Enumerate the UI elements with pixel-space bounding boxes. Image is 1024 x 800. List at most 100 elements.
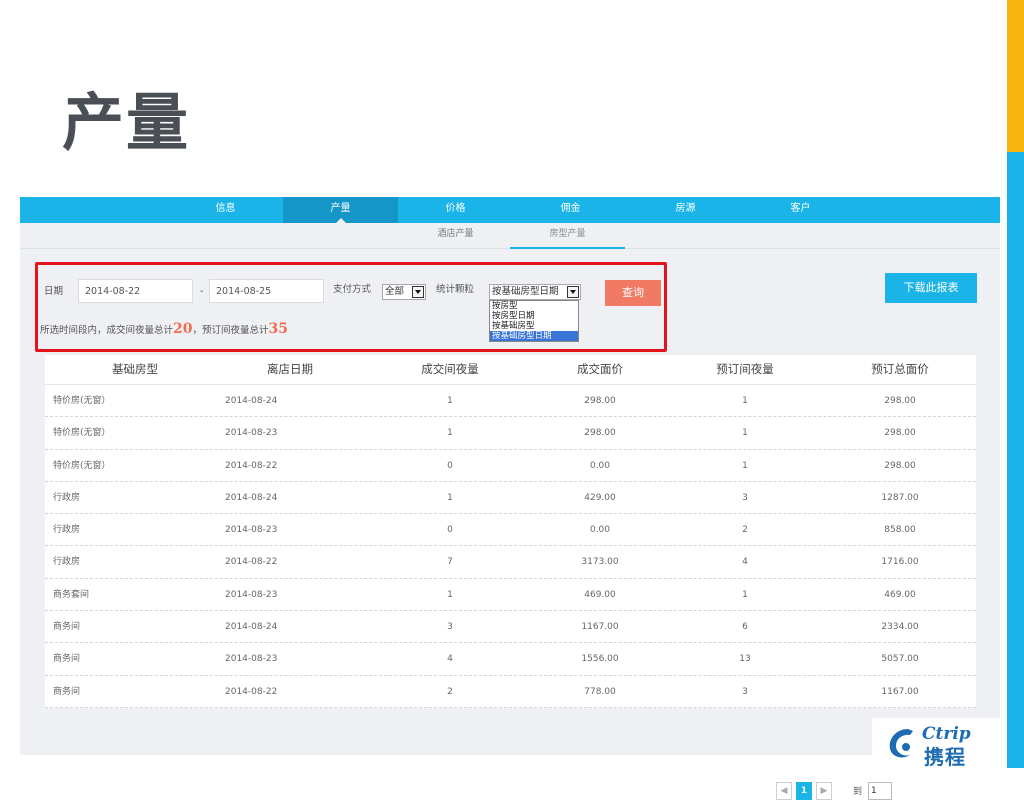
table-cell: 特价房(无窗） (53, 396, 111, 406)
table-row: 商务间 2014-08-24 3 1167.00 6 2334.00 (45, 611, 976, 644)
col-header: 成交面价 (577, 362, 623, 376)
granularity-option[interactable]: 按基础房型 (490, 321, 578, 331)
table-cell: 3173.00 (581, 557, 619, 568)
table-cell: 2014-08-24 (225, 492, 278, 503)
pay-method-select[interactable]: 全部 (382, 284, 426, 300)
dolphin-logo-icon (889, 729, 913, 758)
table-cell: 298.00 (584, 396, 616, 406)
table-cell: 298.00 (884, 428, 916, 439)
table-cell: 1 (447, 492, 453, 503)
subtab-hotel-production[interactable]: 酒店产量 (398, 223, 513, 249)
granularity-select[interactable]: 按基础房型日期 (489, 284, 581, 300)
summary-prefix: 所选时间段内，成交间夜量总计 (40, 325, 174, 336)
summary-text: 所选时间段内，成交间夜量总计20，预订间夜量总计35 (40, 320, 288, 340)
table-cell: 0 (447, 460, 453, 471)
deal-total: 20 (173, 321, 193, 337)
table-cell: 1716.00 (881, 557, 919, 568)
table-cell: 行政房 (53, 557, 81, 568)
ctrip-logo: Ctrip 携程 (872, 718, 1004, 769)
table-cell: 0.00 (589, 460, 611, 471)
table-cell: 1 (742, 589, 748, 600)
table-cell: 7 (447, 557, 453, 568)
top-nav: 信息 产量 价格 佣金 房源 客户 (20, 197, 1000, 223)
pay-method-label: 支付方式 (333, 284, 372, 295)
table-cell: 4 (742, 557, 748, 568)
goto-page-input[interactable] (868, 782, 892, 800)
table-cell: 429.00 (584, 492, 616, 503)
table-cell: 6 (742, 622, 748, 633)
prev-page-button[interactable]: ◀ (776, 782, 792, 800)
table-cell: 469.00 (584, 589, 616, 600)
table-cell: 2 (742, 525, 748, 536)
table-row: 商务间 2014-08-23 4 1556.00 13 5057.00 (45, 643, 976, 676)
table-row: 行政房 2014-08-22 7 3173.00 4 1716.00 (45, 546, 976, 579)
tab-customer[interactable]: 客户 (743, 197, 858, 223)
table-cell: 298.00 (884, 396, 916, 406)
table-row: 特价房(无窗） 2014-08-24 1 298.00 1 298.00 (45, 385, 976, 418)
table-cell: 1 (742, 428, 748, 439)
next-page-button[interactable]: ▶ (816, 782, 832, 800)
table-cell: 2 (447, 686, 453, 697)
query-button[interactable]: 查询 (605, 280, 661, 306)
table-cell: 13 (739, 654, 751, 665)
table-cell: 特价房(无窗） (53, 428, 111, 439)
granularity-option[interactable]: 按房型日期 (490, 311, 578, 321)
accent-stripe-blue (1007, 152, 1024, 768)
date-to-input[interactable] (209, 279, 324, 303)
table-cell: 2014-08-22 (225, 686, 278, 697)
date-separator: - (200, 286, 204, 297)
tab-production[interactable]: 产量 (283, 197, 398, 223)
table-cell: 商务间 (53, 622, 81, 633)
table-row: 商务间 2014-08-22 2 778.00 3 1167.00 (45, 676, 976, 708)
page-number[interactable]: 1 (796, 782, 812, 800)
pay-method-value: 全部 (385, 286, 405, 297)
table-cell: 2334.00 (881, 622, 919, 633)
tab-room-source[interactable]: 房源 (628, 197, 743, 223)
table-cell: 1 (742, 460, 748, 471)
table-cell: 3 (742, 492, 748, 503)
report-table: 基础房型 离店日期 成交间夜量 成交面价 预订间夜量 预订总面价 特价房(无窗）… (45, 355, 976, 708)
table-cell: 商务套间 (53, 589, 90, 600)
table-cell: 1 (447, 428, 453, 439)
accent-stripe-yellow (1007, 0, 1024, 152)
table-cell: 3 (447, 622, 453, 633)
chevron-down-icon (412, 286, 424, 298)
logo-text-zh: 携程 (924, 745, 966, 769)
table-cell: 行政房 (53, 492, 81, 503)
chevron-down-icon (567, 286, 579, 298)
granularity-label: 统计颗粒 (436, 284, 475, 295)
col-header: 基础房型 (112, 362, 158, 376)
table-cell: 4 (447, 654, 453, 665)
sub-nav: 酒店产量 房型产量 (20, 223, 1000, 249)
table-cell: 2014-08-24 (225, 396, 278, 406)
col-header: 预订间夜量 (716, 362, 774, 376)
table-cell: 778.00 (584, 686, 616, 697)
tab-info[interactable]: 信息 (168, 197, 283, 223)
col-header: 离店日期 (267, 362, 313, 376)
table-cell: 1 (447, 396, 453, 406)
tab-commission[interactable]: 佣金 (513, 197, 628, 223)
table-cell: 0.00 (589, 525, 611, 536)
table-row: 特价房(无窗） 2014-08-23 1 298.00 1 298.00 (45, 417, 976, 450)
table-body: 特价房(无窗） 2014-08-24 1 298.00 1 298.00 特价房(无窗） 20… (45, 385, 976, 708)
granularity-dropdown: 按房型 按房型日期 按基础房型 按基础房型日期 (489, 300, 579, 342)
granularity-option[interactable]: 按房型 (490, 301, 578, 311)
table-cell: 3 (742, 686, 748, 697)
download-report-button[interactable]: 下载此报表 (885, 273, 977, 303)
table-cell: 2014-08-22 (225, 557, 278, 568)
table-cell: 298.00 (584, 428, 616, 439)
granularity-value: 按基础房型日期 (492, 286, 559, 297)
date-from-input[interactable] (78, 279, 193, 303)
granularity-option-selected[interactable]: 按基础房型日期 (490, 331, 578, 341)
booked-total: 35 (268, 321, 288, 337)
table-row: 行政房 2014-08-24 1 429.00 3 1287.00 (45, 482, 976, 515)
col-header: 预订总面价 (871, 362, 929, 376)
date-label: 日期 (44, 286, 64, 297)
table-cell: 2014-08-23 (225, 654, 278, 665)
table-cell: 0 (447, 525, 453, 536)
tab-price[interactable]: 价格 (398, 197, 513, 223)
table-cell: 469.00 (884, 589, 916, 600)
table-cell: 特价房(无窗） (53, 460, 111, 471)
table-cell: 1287.00 (881, 492, 919, 503)
subtab-roomtype-production[interactable]: 房型产量 (510, 223, 625, 249)
